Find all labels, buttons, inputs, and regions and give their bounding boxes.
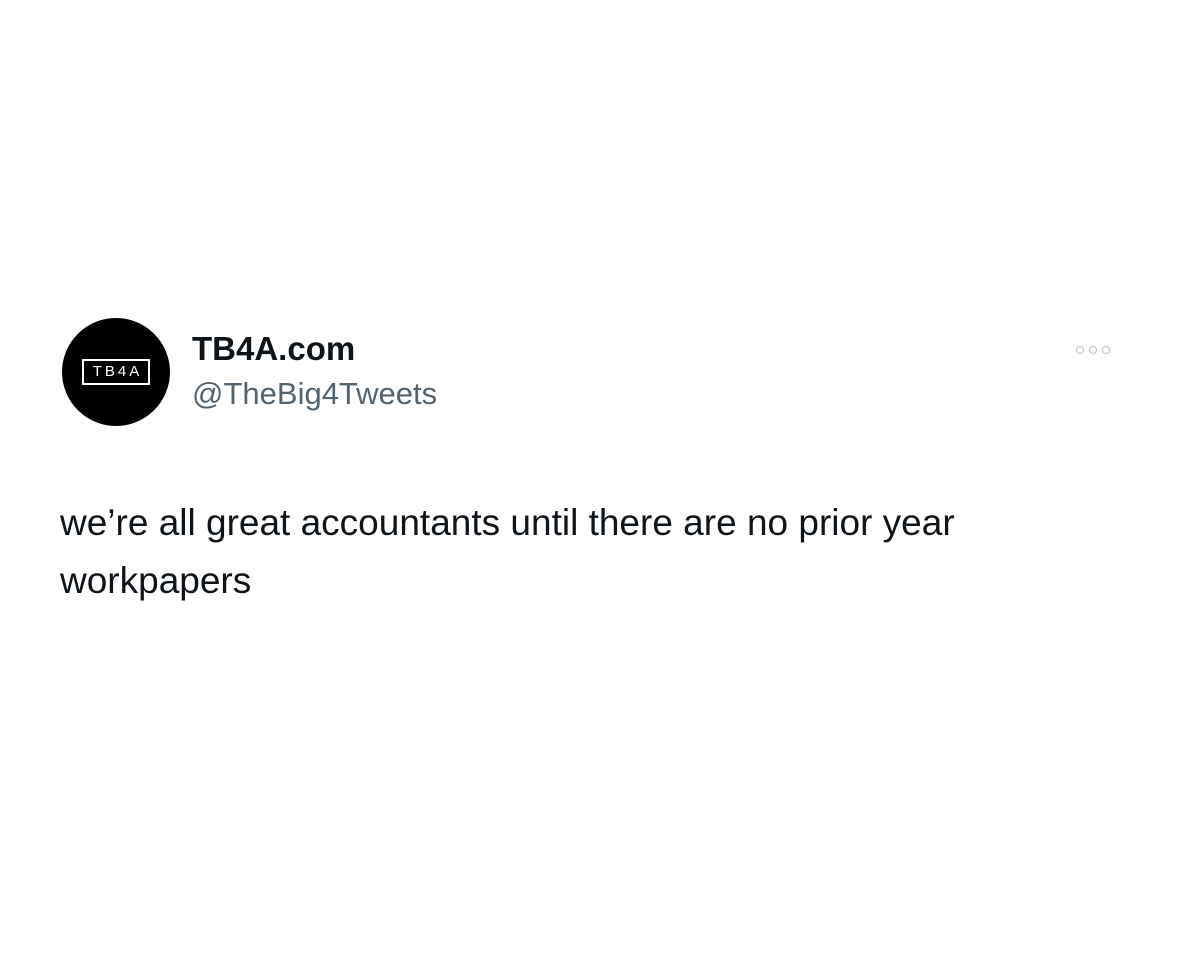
avatar[interactable]: TB4A — [62, 318, 170, 426]
display-name[interactable]: TB4A.com — [192, 328, 355, 370]
more-dot-icon — [1076, 346, 1084, 354]
tb4a-logo-icon: TB4A — [81, 359, 151, 385]
user-handle[interactable]: @TheBig4Tweets — [192, 374, 437, 414]
more-dot-icon — [1089, 346, 1097, 354]
more-dot-icon — [1102, 346, 1110, 354]
tweet-text: we’re all great accountants until there … — [60, 502, 955, 601]
more-options-button[interactable] — [1066, 338, 1120, 362]
tweet-card: TB4A TB4A.com @TheBig4Tweets we’re all g… — [0, 0, 1179, 968]
